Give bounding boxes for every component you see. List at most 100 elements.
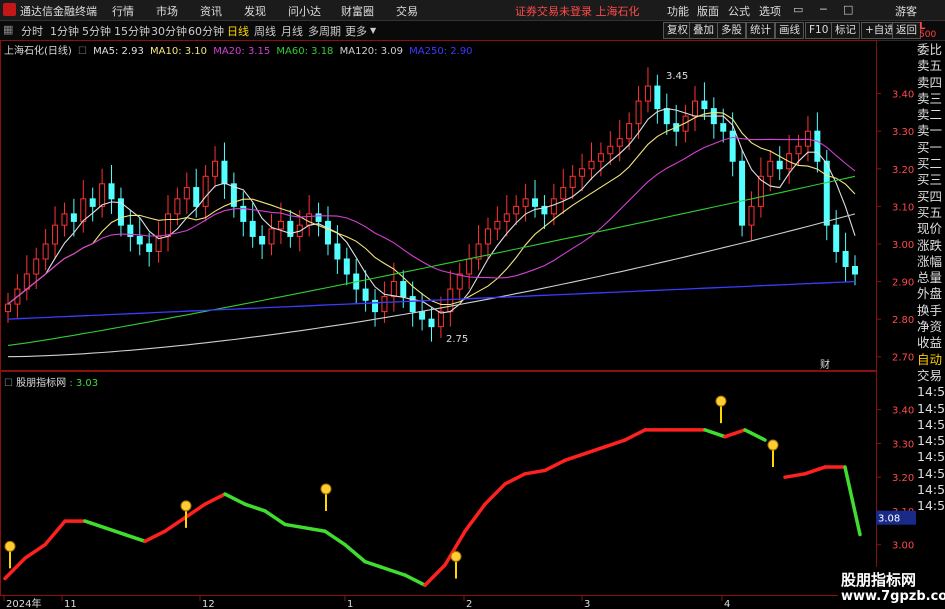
side-auto[interactable]: 自动 — [917, 352, 945, 368]
candle-body — [757, 175, 764, 207]
side-time-8: 14:56 — [917, 498, 945, 514]
candle-body — [89, 198, 96, 207]
side-ask1[interactable]: 卖一 — [917, 123, 945, 139]
indicator-segment — [423, 563, 447, 587]
menu-function[interactable]: 功能 — [667, 3, 689, 19]
indicator-checkbox-icon[interactable]: ☐ — [4, 378, 13, 389]
menu-options[interactable]: 选项 — [759, 3, 781, 19]
candle-body — [644, 85, 651, 102]
menu-formula[interactable]: 公式 — [728, 3, 750, 19]
candle-body — [522, 198, 529, 207]
main-axis-label: 3.40 — [892, 90, 914, 101]
tab-more[interactable]: 更多 — [345, 23, 367, 39]
sub-axis-label: 3.20 — [892, 473, 914, 484]
tab-1min[interactable]: 1分钟 — [50, 23, 79, 39]
side-ask2[interactable]: 卖二 — [917, 107, 945, 123]
legend-ma20: MA20: 3.15 — [213, 46, 271, 57]
side-bid2[interactable]: 买二 — [917, 156, 945, 172]
chart-frames — [0, 40, 877, 596]
side-nav[interactable]: 净资 — [917, 319, 945, 335]
mark-button[interactable]: 标记 — [831, 22, 860, 39]
legend-ma10: MA10: 3.10 — [150, 46, 208, 57]
side-outer[interactable]: 外盘 — [917, 286, 945, 302]
ma60-line — [7, 175, 856, 346]
menu-ask[interactable]: 问小达 — [288, 3, 321, 19]
main-axis-label: 2.80 — [892, 315, 914, 326]
candle-body — [221, 160, 228, 185]
candle-body — [437, 311, 444, 328]
side-bid3[interactable]: 买三 — [917, 172, 945, 188]
tab-5min[interactable]: 5分钟 — [82, 23, 111, 39]
tab-intraday[interactable]: 分时 — [21, 23, 43, 39]
ma120-line — [7, 213, 856, 358]
menu-wealth[interactable]: 财富圈 — [341, 3, 374, 19]
login-warning: 证券交易未登录 上海石化 — [515, 5, 640, 18]
tab-monthly[interactable]: 月线 — [281, 23, 303, 39]
side-bid5[interactable]: 买五 — [917, 205, 945, 221]
side-ask4[interactable]: 卖四 — [917, 75, 945, 91]
side-bid4[interactable]: 买四 — [917, 189, 945, 205]
menu-market-quotes[interactable]: 行情 — [112, 3, 134, 19]
candle-body — [108, 183, 115, 200]
candle-body — [353, 273, 360, 290]
candle-body — [117, 198, 124, 226]
kline-chart[interactable]: 3.45 2.75 财 3.40 3.30 3.20 3.10 3.00 2.90 2.80 2.… — [0, 0, 945, 609]
candle-body — [268, 228, 275, 245]
guest-label[interactable]: 游客 — [895, 3, 917, 19]
minimize-icon[interactable]: ─ — [820, 3, 827, 16]
statistics-button[interactable]: 统计 — [746, 22, 775, 39]
current-value-text: 3.08 — [878, 514, 900, 525]
menu-trade[interactable]: 交易 — [396, 3, 418, 19]
sub-axis-label: 3.30 — [892, 439, 914, 450]
indicator-segment — [323, 529, 347, 547]
candle-body — [456, 273, 463, 290]
candle-body — [701, 100, 708, 110]
candle-body — [362, 288, 369, 301]
menu-layout[interactable]: 版面 — [697, 3, 719, 19]
ma10-line — [7, 111, 856, 306]
f10-button[interactable]: F10 — [805, 22, 833, 39]
side-turnover[interactable]: 换手 — [917, 303, 945, 319]
adjust-button[interactable]: 复权 — [663, 22, 692, 39]
side-price[interactable]: 现价 — [917, 221, 945, 237]
side-bid1[interactable]: 买一 — [917, 140, 945, 156]
menu-market[interactable]: 市场 — [156, 3, 178, 19]
side-trade[interactable]: 交易 — [917, 368, 945, 384]
indicator-segment — [403, 573, 427, 587]
date-axis: 2024年 11 12 1 2 3 4 — [3, 596, 730, 609]
back-button[interactable]: 返回 — [892, 22, 921, 39]
menu-discover[interactable]: 发现 — [244, 3, 266, 19]
grid-icon[interactable]: ▦ — [3, 23, 13, 36]
indicator-segment — [283, 522, 307, 530]
candle-body — [146, 243, 153, 252]
candle-body — [381, 296, 388, 313]
tab-daily[interactable]: 日线 — [227, 23, 249, 39]
indicator-segment — [223, 492, 247, 506]
side-ask3[interactable]: 卖三 — [917, 91, 945, 107]
tab-30min[interactable]: 30分钟 — [151, 23, 187, 39]
indicator-segment — [803, 465, 827, 476]
tab-15min[interactable]: 15分钟 — [114, 23, 150, 39]
main-axis-label: 3.20 — [892, 165, 914, 176]
maximize-icon[interactable]: □ — [843, 3, 853, 16]
side-change-pct[interactable]: 涨幅 — [917, 254, 945, 270]
indicator-segment — [183, 502, 207, 520]
draw-line-button[interactable]: 画线 — [775, 22, 804, 39]
side-ask5[interactable]: 卖五 — [917, 58, 945, 74]
window-list-icon[interactable]: ▭ — [793, 3, 803, 16]
side-change[interactable]: 涨跌 — [917, 238, 945, 254]
side-volume[interactable]: 总量 — [917, 270, 945, 286]
side-time-7: 14:56 — [917, 482, 945, 498]
overlay-button[interactable]: 叠加 — [689, 22, 718, 39]
tab-60min[interactable]: 60分钟 — [188, 23, 224, 39]
side-wb[interactable]: 委比 — [917, 42, 945, 58]
legend-checkbox-icon[interactable]: ☐ — [78, 46, 87, 57]
tab-multi-period[interactable]: 多周期 — [308, 23, 341, 39]
side-eps[interactable]: 收益 — [917, 335, 945, 351]
tab-weekly[interactable]: 周线 — [254, 23, 276, 39]
more-chevron-icon[interactable]: ▼ — [370, 26, 376, 35]
candle-body — [306, 213, 313, 226]
multi-stock-button[interactable]: 多股 — [717, 22, 746, 39]
indicator-segment — [123, 532, 147, 544]
menu-news[interactable]: 资讯 — [200, 3, 222, 19]
